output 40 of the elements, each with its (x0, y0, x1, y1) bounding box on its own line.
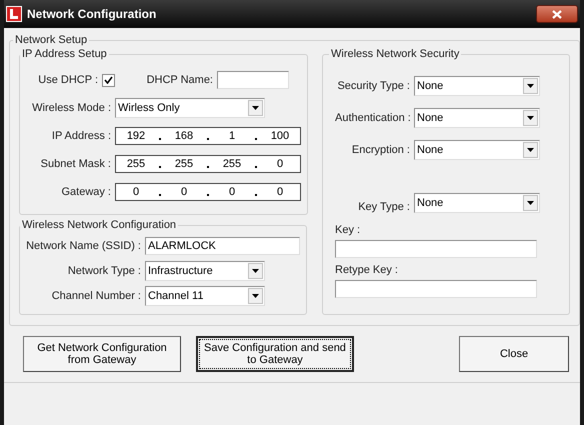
field-label: Key Type : (357, 201, 411, 213)
ip-address-field[interactable]: 0 0 0 0 (115, 183, 301, 201)
text-field[interactable] (335, 280, 537, 298)
dropdown[interactable]: None (414, 76, 540, 96)
dropdown[interactable]: Channel 11 (145, 286, 265, 306)
group-title: IP Address Setup (21, 48, 108, 60)
field-label: Retype Key : (335, 264, 399, 276)
action-button[interactable]: Get Network Configuration from Gateway (23, 336, 181, 372)
dhcp-checkbox[interactable] (102, 74, 115, 86)
group-title: Wireless Network Security (330, 48, 460, 60)
field-label: Security Type : (336, 80, 411, 92)
field-label: IP Address : (50, 130, 112, 142)
close-icon[interactable] (536, 5, 578, 23)
field-label: Gateway : (60, 186, 112, 198)
dropdown[interactable]: None (414, 108, 540, 128)
field-label: Network Type : (66, 264, 142, 276)
dropdown[interactable]: Infrastructure (145, 260, 265, 280)
field-label: Use DHCP : (37, 74, 99, 86)
group-title: Network Setup (14, 34, 88, 46)
action-button[interactable]: Save Configuration and send to Gateway (196, 336, 354, 372)
ip-address-field[interactable]: 255 255 255 0 (115, 155, 301, 173)
dropdown[interactable]: None (414, 140, 540, 160)
dhcp-name-field[interactable] (217, 71, 289, 89)
field-label: Channel Number : (50, 290, 142, 302)
app-logo-icon (6, 6, 22, 22)
dropdown[interactable]: Wirless Only (115, 98, 265, 118)
dropdown[interactable]: None (414, 193, 540, 213)
text-field[interactable] (335, 240, 537, 258)
field-label: Authentication : (335, 112, 412, 124)
field-label: Wireless Mode : (31, 102, 112, 114)
ip-address-field[interactable]: 192 168 1 100 (115, 127, 301, 145)
field-label: Network Name (SSID) : (26, 240, 142, 252)
text-field[interactable]: ALARMLOCK (145, 236, 300, 254)
field-label: DHCP Name: (146, 74, 214, 86)
field-label: Subnet Mask : (40, 158, 112, 170)
action-button[interactable]: Close (459, 336, 569, 372)
field-label: Key : (335, 224, 362, 236)
group-title: Wireless Network Configuration (21, 219, 178, 231)
window-title: Network Configuration (27, 7, 158, 21)
field-label: Encryption : (350, 144, 411, 156)
